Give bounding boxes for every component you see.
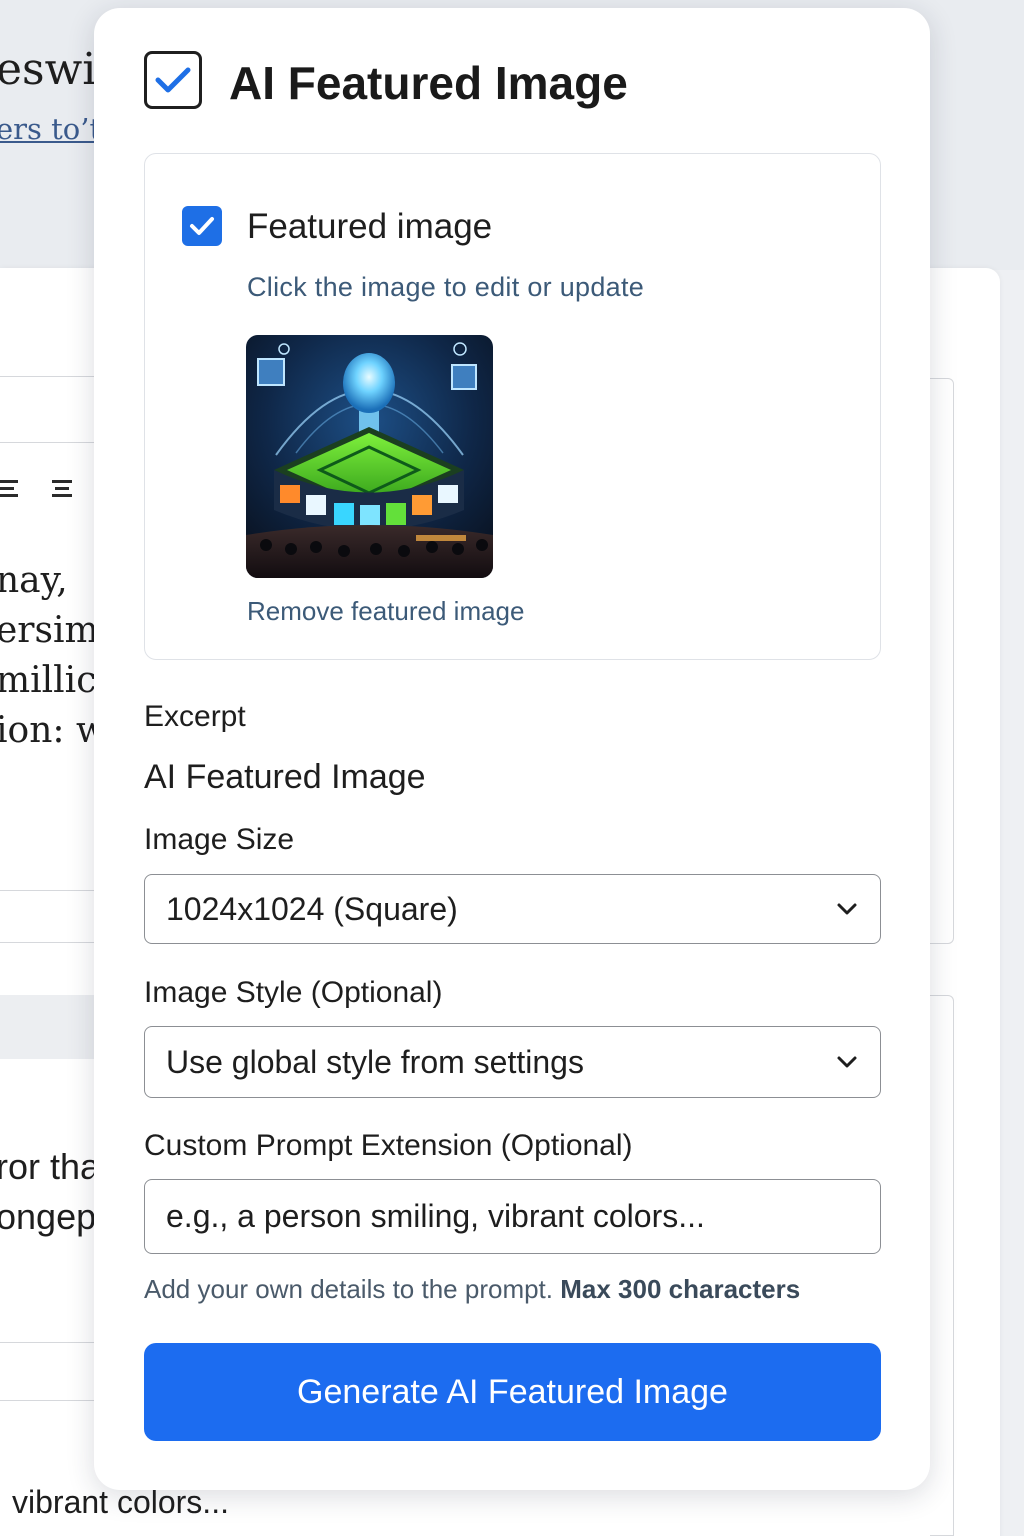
checkbox-check-icon <box>155 67 191 93</box>
section-title: AI Featured Image <box>144 758 426 796</box>
featured-image-label: Featured image <box>247 207 493 246</box>
editor-text-line: ongep <box>0 1196 97 1237</box>
sidebar-panel-edge <box>930 378 954 944</box>
chevron-down-icon <box>837 903 857 915</box>
divider <box>0 942 100 943</box>
panel-enable-checkbox[interactable] <box>144 51 202 109</box>
image-style-select[interactable]: Use global style from settings <box>144 1026 881 1098</box>
custom-prompt-help: Add your own details to the prompt. Max … <box>144 1274 800 1305</box>
editor-toolbar-band <box>0 995 100 1059</box>
checkbox-check-icon <box>190 217 214 235</box>
generate-ai-featured-image-button[interactable]: Generate AI Featured Image <box>144 1343 881 1441</box>
divider <box>0 890 100 891</box>
divider <box>0 376 100 377</box>
custom-prompt-field[interactable] <box>144 1179 881 1254</box>
editor-text-line: ion: w <box>0 710 107 751</box>
featured-image-thumbnail[interactable] <box>246 335 493 578</box>
custom-prompt-input[interactable] <box>166 1198 856 1235</box>
remove-featured-image-link[interactable]: Remove featured image <box>247 596 524 627</box>
custom-prompt-label: Custom Prompt Extension (Optional) <box>144 1129 633 1162</box>
featured-image-card: Featured image Click the image to edit o… <box>144 153 881 660</box>
post-subtitle-fragment: ers to’t <box>0 112 102 146</box>
divider <box>0 1400 100 1401</box>
editor-text-line: ror tha <box>0 1146 101 1187</box>
editor-text-line: nay, <box>0 560 68 601</box>
image-style-value: Use global style from settings <box>166 1043 584 1080</box>
featured-image-hint: Click the image to edit or update <box>247 272 645 302</box>
image-style-label: Image Style (Optional) <box>144 976 443 1009</box>
divider <box>0 1342 100 1343</box>
featured-image-picture <box>246 335 493 578</box>
ai-featured-image-panel: AI Featured Image Featured image Click t… <box>94 8 930 1490</box>
align-left-icon[interactable] <box>0 480 20 500</box>
image-size-select[interactable]: 1024x1024 (Square) <box>144 874 881 944</box>
image-size-label: Image Size <box>144 823 295 856</box>
align-center-icon[interactable] <box>52 480 72 500</box>
sidebar-panel-edge <box>930 995 954 1536</box>
chevron-down-icon <box>837 1056 857 1068</box>
featured-image-checkbox[interactable] <box>182 206 222 246</box>
editor-text-line: millic <box>0 660 97 701</box>
panel-title: AI Featured Image <box>229 57 628 109</box>
help-text-limit: Max 300 characters <box>560 1274 801 1304</box>
excerpt-label: Excerpt <box>144 700 246 733</box>
help-text-prefix: Add your own details to the prompt. <box>144 1274 554 1304</box>
image-size-value: 1024x1024 (Square) <box>166 890 458 927</box>
divider <box>0 442 100 443</box>
